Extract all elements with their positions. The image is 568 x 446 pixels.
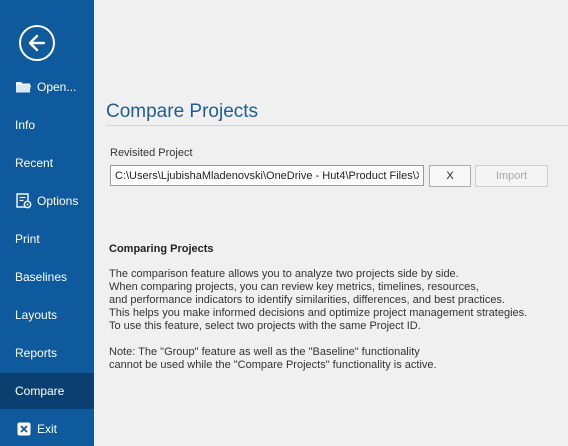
nav-reports[interactable]: Reports [0, 335, 94, 371]
back-button[interactable] [19, 25, 55, 61]
nav-reports-label: Reports [15, 346, 58, 360]
description-line: To use this feature, select two projects… [109, 320, 421, 332]
nav-open[interactable]: Open... [0, 69, 94, 105]
nav-info-label: Info [15, 118, 36, 132]
import-button[interactable]: Import [475, 165, 548, 187]
title-divider [106, 125, 568, 126]
nav-layouts-label: Layouts [15, 308, 58, 322]
revisited-project-path-input[interactable] [110, 165, 424, 186]
nav-exit[interactable]: Exit [0, 411, 94, 446]
nav-options[interactable]: Options [0, 183, 94, 219]
nav-info[interactable]: Info [0, 107, 94, 143]
note-line: cannot be used while the "Compare Projec… [109, 359, 437, 371]
description-line: When comparing projects, you can review … [109, 281, 479, 293]
backstage-sidebar: Open... Info Recent Options Print Baseli… [0, 0, 94, 446]
section-heading: Comparing Projects [109, 243, 214, 255]
page-title: Compare Projects [106, 101, 259, 122]
close-icon [15, 421, 32, 437]
nav-recent[interactable]: Recent [0, 145, 94, 181]
folder-icon [15, 79, 32, 95]
nav-baselines[interactable]: Baselines [0, 259, 94, 295]
compare-panel: Compare Projects Revisited Project X Imp… [94, 0, 568, 446]
description-paragraph: The comparison feature allows you to ana… [109, 268, 527, 333]
nav-print-label: Print [15, 232, 40, 246]
description-line: and performance indicators to identify s… [109, 294, 505, 306]
revisited-project-label: Revisited Project [110, 147, 193, 159]
nav-recent-label: Recent [15, 156, 54, 170]
nav-exit-label: Exit [37, 422, 58, 436]
clear-path-button[interactable]: X [429, 165, 471, 187]
description-line: This helps you make informed decisions a… [109, 307, 528, 319]
nav-open-label: Open... [37, 80, 77, 94]
nav-baselines-label: Baselines [15, 270, 68, 284]
note-paragraph: Note: The "Group" feature as well as the… [109, 346, 437, 372]
nav-print[interactable]: Print [0, 221, 94, 257]
arrow-left-icon [28, 34, 46, 52]
nav-compare-label: Compare [15, 384, 65, 398]
nav-options-label: Options [37, 194, 79, 208]
nav-layouts[interactable]: Layouts [0, 297, 94, 333]
nav-compare[interactable]: Compare [0, 373, 94, 409]
description-line: The comparison feature allows you to ana… [109, 268, 459, 280]
note-line: Note: The "Group" feature as well as the… [109, 346, 420, 358]
options-icon [15, 193, 32, 209]
